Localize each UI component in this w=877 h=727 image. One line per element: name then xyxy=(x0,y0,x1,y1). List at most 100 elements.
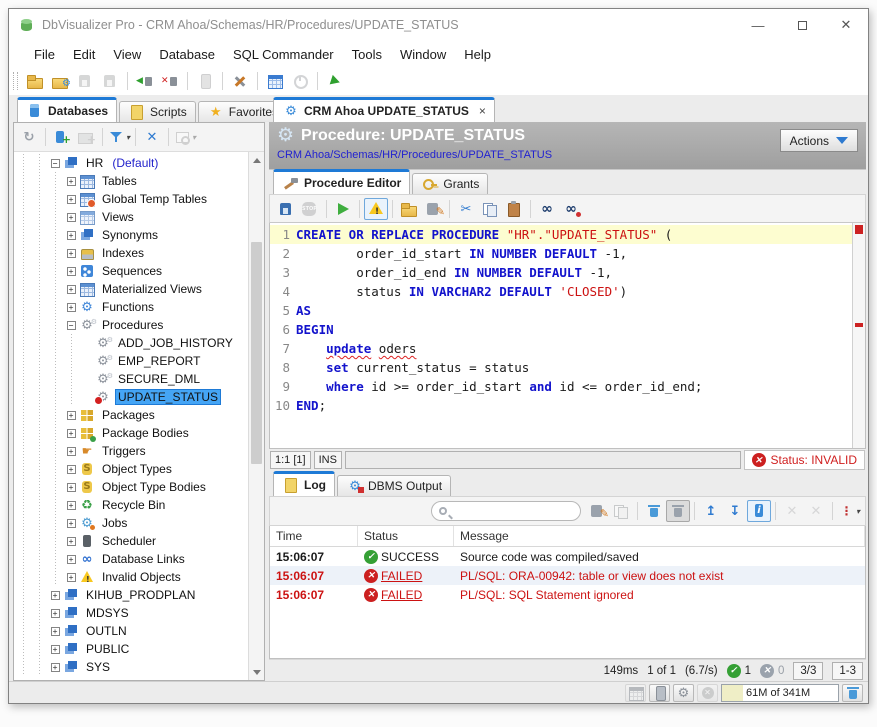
tree-expander[interactable]: + xyxy=(64,244,78,262)
tree-expander[interactable]: + xyxy=(64,208,78,226)
tree-item-packages[interactable]: +Packages xyxy=(16,406,247,424)
tree-item-views[interactable]: +Views xyxy=(16,208,247,226)
tree-item-tables[interactable]: +Tables xyxy=(16,172,247,190)
menu-tools[interactable]: Tools xyxy=(343,47,391,62)
menu-view[interactable]: View xyxy=(104,47,150,62)
compile-save-button[interactable] xyxy=(274,198,298,220)
column-header-message[interactable]: Message xyxy=(454,526,865,546)
scroll-to-bottom-button[interactable] xyxy=(723,500,747,522)
tree-item-sequences[interactable]: +Sequences xyxy=(16,262,247,280)
tree-expander[interactable]: + xyxy=(64,532,78,550)
export-log-button[interactable] xyxy=(585,500,609,522)
tree-scrollbar[interactable] xyxy=(248,152,264,680)
tree-expander[interactable]: + xyxy=(64,442,78,460)
error-marker[interactable] xyxy=(855,323,863,327)
tree-expander[interactable]: + xyxy=(48,622,62,640)
load-from-file-button[interactable] xyxy=(397,198,421,220)
tool-properties-button[interactable] xyxy=(228,70,252,92)
connect-button[interactable] xyxy=(133,70,157,92)
tab-grants[interactable]: Grants xyxy=(412,173,488,194)
tree-item-recycle-bin[interactable]: +Recycle Bin xyxy=(16,496,247,514)
tree-expander[interactable]: + xyxy=(64,280,78,298)
execute-button[interactable] xyxy=(331,198,355,220)
tree-expander[interactable]: + xyxy=(64,226,78,244)
tree-item-outln[interactable]: +OUTLN xyxy=(16,622,247,640)
navigate-button[interactable] xyxy=(323,70,347,92)
clear-log-button[interactable] xyxy=(642,500,666,522)
tree-item-indexes[interactable]: +Indexes xyxy=(16,244,247,262)
tree-item-database-links[interactable]: +Database Links xyxy=(16,550,247,568)
tab-databases[interactable]: Databases xyxy=(17,97,117,122)
tree-item-hr[interactable]: −HR(Default) xyxy=(16,154,247,172)
find-button[interactable] xyxy=(535,198,559,220)
tree-expander[interactable]: + xyxy=(64,496,78,514)
tree-item-add-job-history[interactable]: ADD_JOB_HISTORY xyxy=(16,334,247,352)
tree-expander[interactable]: − xyxy=(64,316,78,334)
tree-expander[interactable]: + xyxy=(64,262,78,280)
tree-item-materialized-views[interactable]: +Materialized Views xyxy=(16,280,247,298)
create-connection-button[interactable] xyxy=(50,126,74,148)
tab-procedure-editor[interactable]: Procedure Editor xyxy=(273,169,410,194)
collapse-all-button[interactable] xyxy=(140,126,164,148)
tree-expander[interactable]: + xyxy=(48,640,62,658)
log-row[interactable]: 15:06:07FAILEDPL/SQL: SQL Statement igno… xyxy=(270,585,865,604)
refresh-tree-button[interactable] xyxy=(17,126,41,148)
tree-expander[interactable]: + xyxy=(64,514,78,532)
auto-clear-button[interactable] xyxy=(666,500,690,522)
tree-expander[interactable]: + xyxy=(64,568,78,586)
tree-item-synonyms[interactable]: +Synonyms xyxy=(16,226,247,244)
tree-expander[interactable]: + xyxy=(64,424,78,442)
disconnect-button[interactable] xyxy=(158,70,182,92)
tree-expander[interactable]: + xyxy=(64,172,78,190)
close-button[interactable]: ✕ xyxy=(824,9,868,41)
scroll-up-arrow[interactable] xyxy=(249,152,264,168)
tree-expander[interactable]: + xyxy=(64,550,78,568)
fit-row-height-button[interactable]: ▾ xyxy=(837,500,861,522)
menu-sql-commander[interactable]: SQL Commander xyxy=(224,47,343,62)
cut-button[interactable] xyxy=(454,198,478,220)
tree-item-scheduler[interactable]: +Scheduler xyxy=(16,532,247,550)
gc-button[interactable] xyxy=(842,684,863,702)
scrollbar-thumb[interactable] xyxy=(251,242,262,464)
tree-item-object-type-bodies[interactable]: +Object Type Bodies xyxy=(16,478,247,496)
menu-edit[interactable]: Edit xyxy=(64,47,104,62)
save-to-file-button[interactable] xyxy=(421,198,445,220)
close-tab-icon[interactable]: × xyxy=(479,104,486,118)
tree-item-procedures[interactable]: −Procedures xyxy=(16,316,247,334)
actions-button[interactable]: Actions xyxy=(780,129,858,152)
tree-expander[interactable]: − xyxy=(48,154,62,172)
tree-item-kihub-prodplan[interactable]: +KIHUB_PRODPLAN xyxy=(16,586,247,604)
copy-button[interactable] xyxy=(478,198,502,220)
new-sql-commander-button[interactable] xyxy=(263,70,287,92)
tree-item-package-bodies[interactable]: +Package Bodies xyxy=(16,424,247,442)
tree-item-global-temp-tables[interactable]: +Global Temp Tables xyxy=(16,190,247,208)
tree-item-secure-dml[interactable]: SECURE_DML xyxy=(16,370,247,388)
tree-item-emp-report[interactable]: EMP_REPORT xyxy=(16,352,247,370)
menu-file[interactable]: File xyxy=(25,47,64,62)
column-header-time[interactable]: Time xyxy=(270,526,358,546)
tree-item-invalid-objects[interactable]: +Invalid Objects xyxy=(16,568,247,586)
open-bookmark-button[interactable] xyxy=(48,70,72,92)
tree-item-mdsys[interactable]: +MDSYS xyxy=(16,604,247,622)
scroll-to-top-button[interactable] xyxy=(699,500,723,522)
open-button[interactable] xyxy=(23,70,47,92)
tree-expander[interactable]: + xyxy=(64,190,78,208)
tab-crm-ahoa-update-status[interactable]: CRM Ahoa UPDATE_STATUS × xyxy=(273,97,495,122)
toolbar-grip[interactable] xyxy=(13,72,18,90)
tree-expander[interactable]: + xyxy=(48,658,62,676)
sql-editor[interactable]: 1CREATE OR REPLACE PROCEDURE "HR"."UPDAT… xyxy=(270,223,852,448)
find-replace-button[interactable] xyxy=(559,198,583,220)
show-details-button[interactable] xyxy=(747,500,771,522)
tree-item-object-types[interactable]: +Object Types xyxy=(16,460,247,478)
tree-item-sys[interactable]: +SYS xyxy=(16,658,247,676)
background-tasks-button[interactable] xyxy=(673,684,694,702)
tree-item-public[interactable]: +PUBLIC xyxy=(16,640,247,658)
error-marker[interactable] xyxy=(855,225,863,234)
scroll-down-arrow[interactable] xyxy=(249,664,264,680)
menu-help[interactable]: Help xyxy=(455,47,500,62)
tree-expander[interactable]: + xyxy=(64,298,78,316)
memory-monitor[interactable]: 61M of 341M xyxy=(721,684,839,702)
log-row[interactable]: 15:06:07FAILEDPL/SQL: ORA-00942: table o… xyxy=(270,566,865,585)
tree-expander[interactable]: + xyxy=(64,406,78,424)
search-input[interactable] xyxy=(452,504,573,518)
